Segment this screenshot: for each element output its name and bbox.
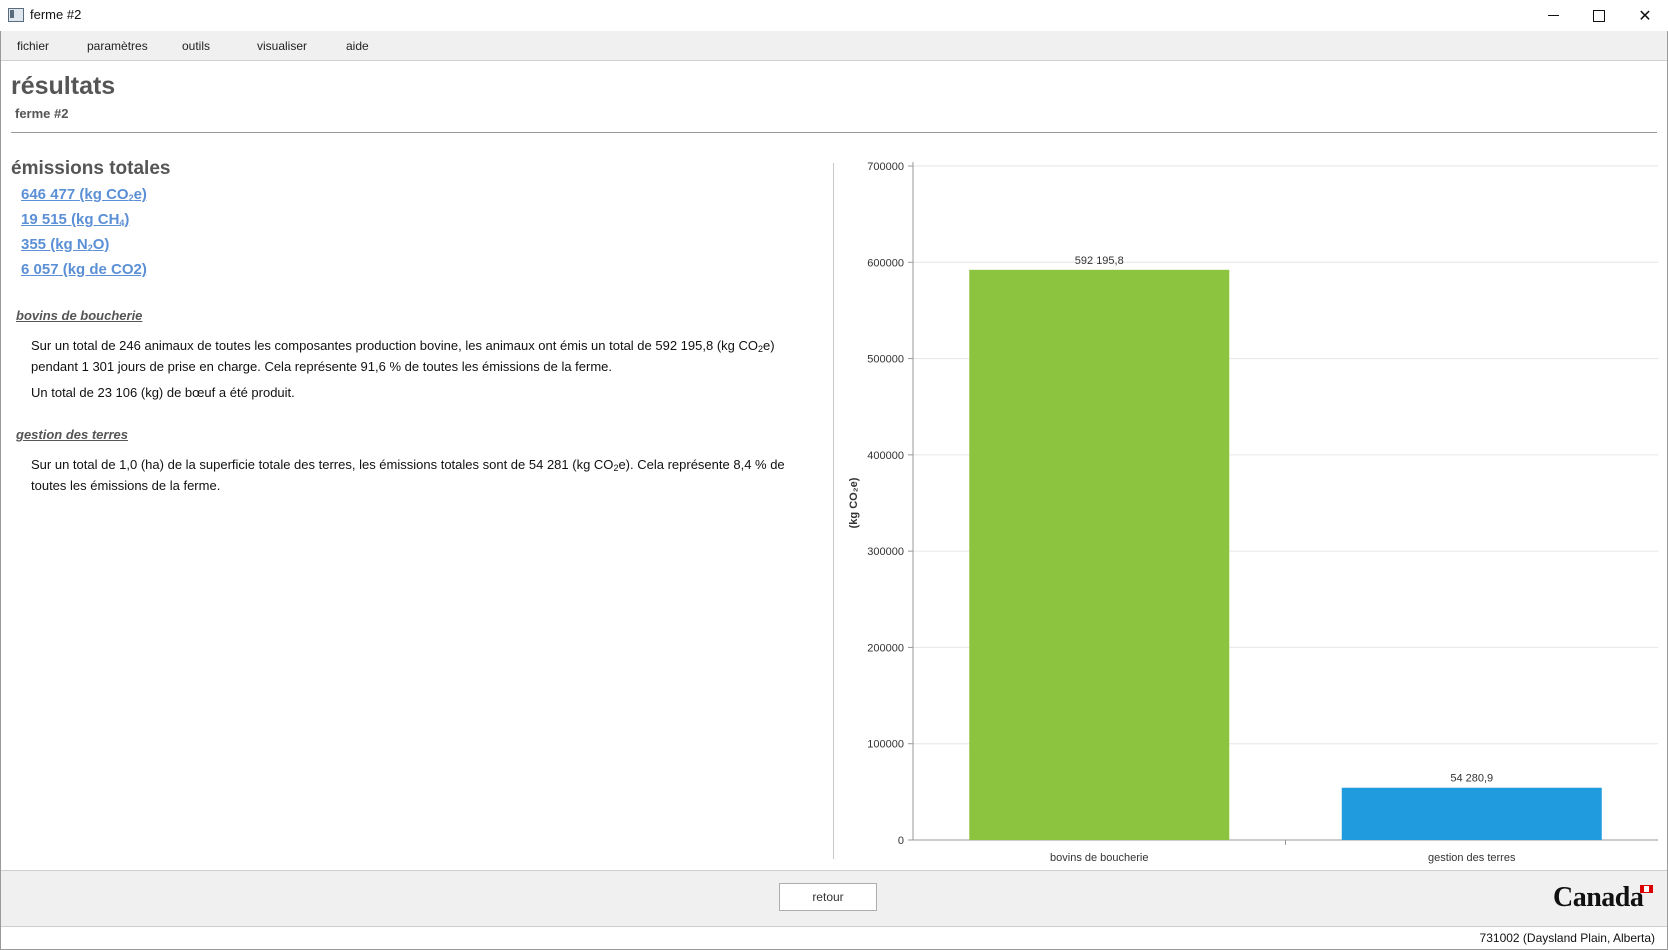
y-tick-label: 300000: [867, 546, 904, 558]
y-tick-label: 0: [898, 835, 904, 847]
y-tick-label: 200000: [867, 642, 904, 654]
canada-wordmark: Canada: [1553, 882, 1644, 913]
y-tick-label: 100000: [867, 739, 904, 751]
section-heading-bovins: bovins de boucherie: [16, 308, 143, 323]
emission-unit: (kg CH: [71, 211, 120, 228]
paragraph-text: Sur un total de 246 animaux de toutes le…: [31, 338, 758, 353]
x-category-label: gestion des terres: [1428, 852, 1516, 864]
emission-unit-end: O): [92, 236, 110, 253]
y-tick-label: 600000: [867, 257, 904, 269]
minimize-icon: [1547, 15, 1559, 16]
status-location: 731002 (Daysland Plain, Alberta): [1479, 931, 1655, 945]
header-divider: [11, 132, 1657, 133]
title-bar: ferme #2 ✕: [0, 0, 1668, 31]
section-heading-terres: gestion des terres: [16, 427, 128, 442]
section-paragraph-production: Un total de 23 106 (kg) de bœuf a été pr…: [31, 385, 295, 400]
menu-parametres[interactable]: paramètres: [87, 39, 148, 53]
paragraph-text: Sur un total de 1,0 (ha) de la superfici…: [31, 457, 614, 472]
emission-unit: (kg CO: [79, 186, 129, 203]
page-title: résultats: [11, 72, 116, 100]
emission-unit-end: ): [124, 211, 130, 228]
emission-value: 19 515: [21, 211, 67, 228]
bar-bovins: [969, 269, 1230, 840]
maximize-button[interactable]: [1576, 0, 1622, 31]
emission-value: 355: [21, 236, 47, 253]
page-subtitle: ferme #2: [15, 106, 69, 121]
emission-unit-end: e): [133, 186, 147, 203]
menu-outils[interactable]: outils: [182, 39, 210, 53]
close-button[interactable]: ✕: [1622, 0, 1668, 31]
close-icon: ✕: [1638, 7, 1652, 25]
emission-link-ch4[interactable]: 19 515 (kg CH4): [21, 211, 129, 228]
maximize-icon: [1593, 9, 1605, 22]
emission-link-co2e[interactable]: 646 477 (kg CO2e): [21, 186, 147, 203]
emission-unit: (kg N: [50, 236, 88, 253]
menu-aide[interactable]: aide: [346, 39, 369, 53]
minimize-button[interactable]: [1530, 0, 1576, 31]
y-tick-label: 400000: [867, 450, 904, 462]
status-bar: 731002 (Daysland Plain, Alberta): [1, 926, 1667, 949]
menu-visualiser[interactable]: visualiser: [257, 39, 307, 53]
emission-unit: (kg de CO2): [62, 261, 147, 278]
emission-link-co2[interactable]: 6 057 (kg de CO2): [21, 261, 147, 278]
y-axis-title: (kg CO₂e): [848, 477, 860, 528]
menu-fichier[interactable]: fichier: [17, 39, 49, 53]
section-paragraph-bovins: Sur un total de 246 animaux de toutes le…: [31, 337, 816, 376]
x-category-label: bovins de boucherie: [1050, 852, 1148, 864]
section-paragraph-terres: Sur un total de 1,0 (ha) de la superfici…: [31, 456, 816, 495]
emission-value: 646 477: [21, 186, 76, 203]
bar-value-label: 54 280,9: [1450, 773, 1493, 785]
back-button[interactable]: retour: [779, 883, 877, 911]
emission-value: 6 057: [21, 261, 59, 278]
bar-terres: [1341, 787, 1602, 840]
app-icon: [8, 8, 24, 22]
y-tick-label: 700000: [867, 161, 904, 173]
emissions-title: émissions totales: [11, 158, 171, 179]
y-tick-label: 500000: [867, 354, 904, 366]
emissions-bar-chart: 0 100000 200000 300000 400000 500000 600000 700…: [848, 161, 1658, 864]
menu-bar: fichier paramètres outils visualiser aid…: [1, 31, 1667, 61]
vertical-divider: [833, 163, 834, 859]
emission-link-n2o[interactable]: 355 (kg N2O): [21, 236, 109, 253]
bar-value-label: 592 195,8: [1075, 255, 1124, 267]
window-title: ferme #2: [30, 7, 82, 22]
flag-icon: [1640, 885, 1653, 893]
